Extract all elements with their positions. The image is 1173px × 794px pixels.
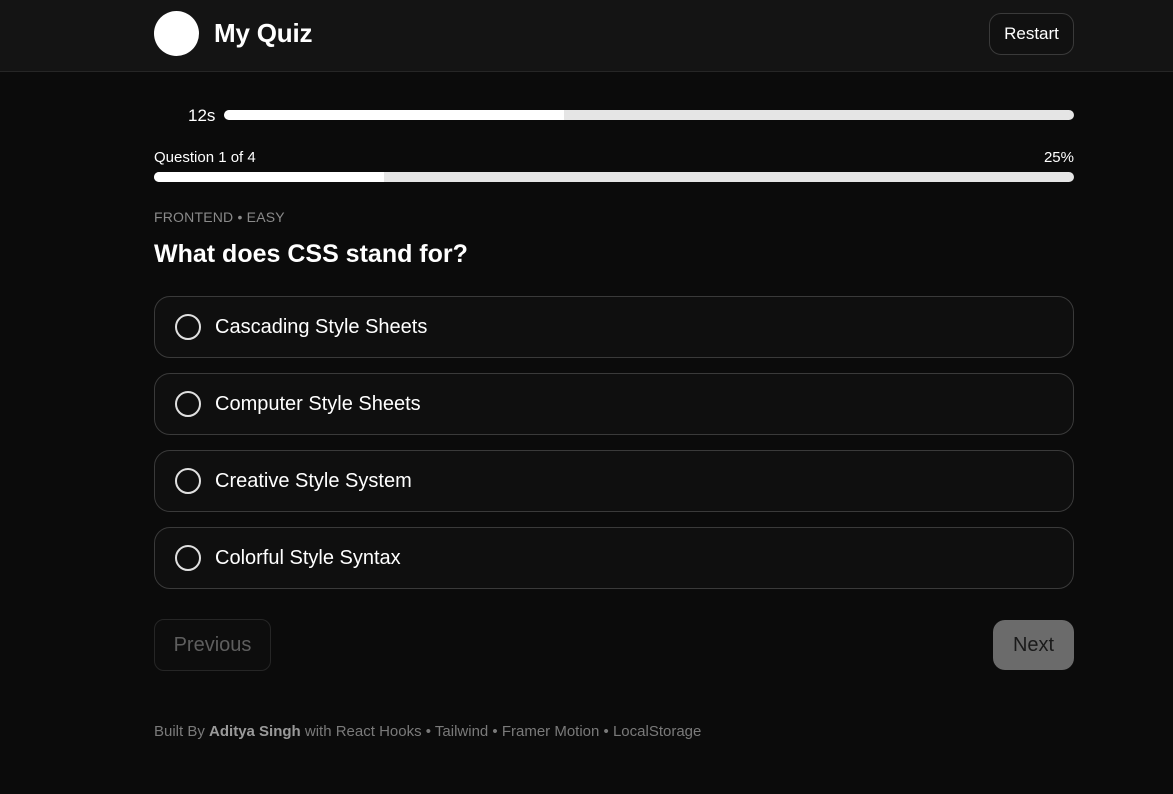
progress-bar-fill: [154, 172, 384, 182]
app-title: My Quiz: [214, 18, 313, 48]
footer-credits: Built By Aditya Singh with React Hooks •…: [154, 723, 701, 740]
top-bar: My Quiz Restart: [0, 0, 1173, 72]
radio-circle-icon[interactable]: [175, 314, 201, 340]
answer-options: Cascading Style Sheets Computer Style Sh…: [154, 296, 1074, 604]
radio-circle-icon[interactable]: [175, 468, 201, 494]
timer-bar-fill: [224, 110, 564, 120]
timer-label: 12s: [188, 106, 216, 125]
timer-bar: [224, 110, 1074, 120]
next-button[interactable]: Next: [993, 620, 1074, 670]
answer-option[interactable]: Colorful Style Syntax: [154, 527, 1074, 589]
question-text: What does CSS stand for?: [154, 240, 468, 268]
radio-circle-icon[interactable]: [175, 545, 201, 571]
question-counter: Question 1 of 4: [154, 149, 256, 166]
answer-option-label: Computer Style Sheets: [215, 392, 421, 415]
radio-circle-icon[interactable]: [175, 391, 201, 417]
previous-button[interactable]: Previous: [154, 619, 271, 671]
answer-option[interactable]: Cascading Style Sheets: [154, 296, 1074, 358]
logo-icon: [154, 11, 199, 56]
question-category: FRONTEND • EASY: [154, 209, 285, 225]
answer-option-label: Creative Style System: [215, 469, 412, 492]
progress-bar: [154, 172, 1074, 182]
answer-option[interactable]: Creative Style System: [154, 450, 1074, 512]
footer-suffix: with React Hooks • Tailwind • Framer Mot…: [304, 723, 702, 740]
answer-option-label: Cascading Style Sheets: [215, 315, 428, 338]
footer-prefix: Built By: [154, 723, 205, 740]
restart-button[interactable]: Restart: [989, 13, 1074, 55]
footer-author: Aditya Singh: [209, 723, 301, 740]
answer-option-label: Colorful Style Syntax: [215, 546, 401, 569]
progress-percent: 25%: [1043, 149, 1074, 166]
answer-option[interactable]: Computer Style Sheets: [154, 373, 1074, 435]
